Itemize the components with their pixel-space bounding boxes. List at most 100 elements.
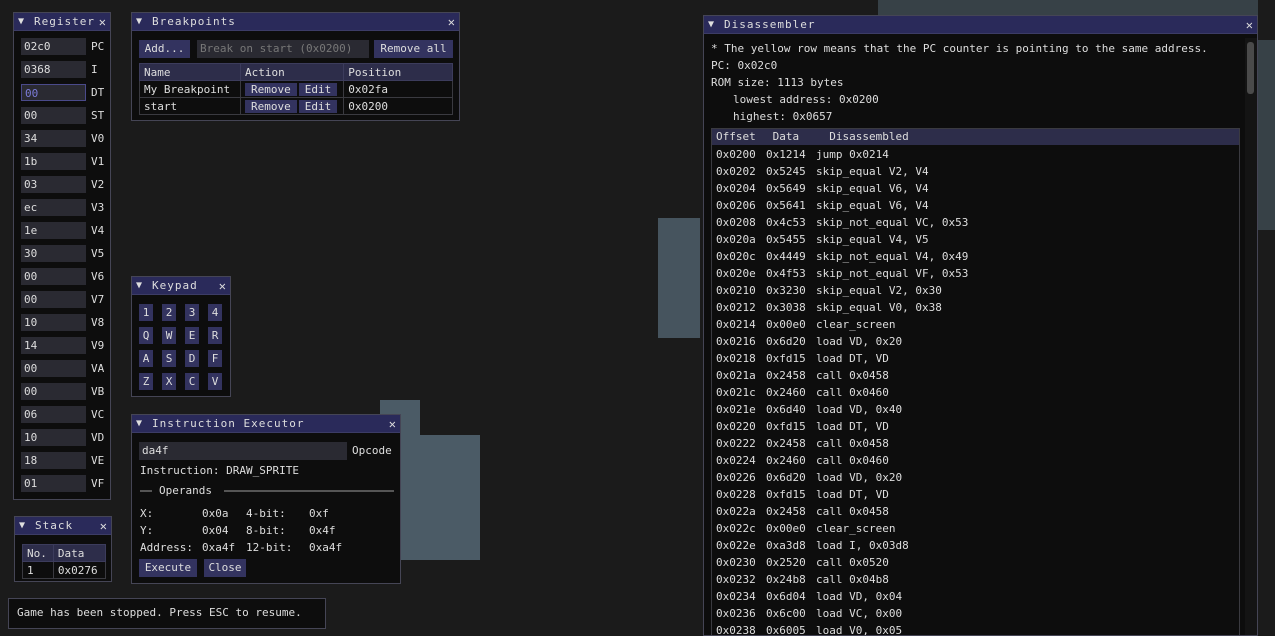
executor-titlebar[interactable]: ▼ Instruction Executor ✕	[132, 415, 400, 433]
register-value-v4[interactable]: 1e	[21, 222, 86, 239]
execute-button[interactable]: Execute	[139, 559, 197, 577]
stack-window[interactable]: ▼ Stack ✕ No. Data 1 0x0276	[14, 516, 112, 582]
list-item[interactable]: 0x0202 0x5245 skip_equal V2, V4	[712, 163, 1239, 180]
list-item[interactable]: 0x020e 0x4f53 skip_not_equal VF, 0x53	[712, 265, 1239, 282]
list-item[interactable]: 0x0230 0x2520 call 0x0520	[712, 554, 1239, 571]
edit-breakpoint-button[interactable]: Edit	[298, 82, 338, 96]
close-button[interactable]: Close	[204, 559, 246, 577]
key-f[interactable]: F	[208, 350, 222, 367]
register-value-v7[interactable]: 00	[21, 291, 86, 308]
list-item[interactable]: 0x0234 0x6d04 load VD, 0x04	[712, 588, 1239, 605]
close-icon[interactable]: ✕	[448, 15, 455, 29]
list-item[interactable]: 0x0212 0x3038 skip_equal V0, 0x38	[712, 299, 1239, 316]
key-z[interactable]: Z	[139, 373, 153, 390]
add-breakpoint-button[interactable]: Add...	[139, 40, 190, 58]
disassembler-titlebar[interactable]: ▼ Disassembler ✕	[704, 16, 1257, 34]
list-item[interactable]: 0x021e 0x6d40 load VD, 0x40	[712, 401, 1239, 418]
register-value-v8[interactable]: 10	[21, 314, 86, 331]
registers-window[interactable]: ▼ Registers ✕ 02c0 PC 0368 I 00 DT 00 ST 34 V0 1b V…	[13, 12, 111, 500]
key-c[interactable]: C	[185, 373, 199, 390]
register-value-v0[interactable]: 34	[21, 130, 86, 147]
instruction-executor-window[interactable]: ▼ Instruction Executor ✕ da4f Opcode Ins…	[131, 414, 401, 584]
register-value-vc[interactable]: 06	[21, 406, 86, 423]
register-value-i[interactable]: 0368	[21, 61, 86, 78]
keypad-titlebar[interactable]: ▼ Keypad ✕	[132, 277, 230, 295]
key-r[interactable]: R	[208, 327, 222, 344]
collapse-arrow-icon[interactable]: ▼	[19, 520, 29, 531]
registers-titlebar[interactable]: ▼ Registers ✕	[14, 13, 110, 31]
close-icon[interactable]: ✕	[100, 519, 107, 533]
register-value-vd[interactable]: 10	[21, 429, 86, 446]
list-item[interactable]: 0x0214 0x00e0 clear_screen	[712, 316, 1239, 333]
list-item[interactable]: 0x021a 0x2458 call 0x0458	[712, 367, 1239, 384]
breakpoints-titlebar[interactable]: ▼ Breakpoints ✕	[132, 13, 459, 31]
keypad-window[interactable]: ▼ Keypad ✕ 1234 QWER ASDF ZXCV	[131, 276, 231, 397]
list-item[interactable]: 0x0236 0x6c00 load VC, 0x00	[712, 605, 1239, 622]
close-icon[interactable]: ✕	[1246, 18, 1253, 32]
disassembler-window[interactable]: ▼ Disassembler ✕ * The yellow row means …	[703, 15, 1258, 636]
register-value-va[interactable]: 00	[21, 360, 86, 377]
remove-breakpoint-button[interactable]: Remove	[245, 82, 297, 96]
list-item[interactable]: 0x022e 0xa3d8 load I, 0x03d8	[712, 537, 1239, 554]
list-item[interactable]: 0x0208 0x4c53 skip_not_equal VC, 0x53	[712, 214, 1239, 231]
register-value-v9[interactable]: 14	[21, 337, 86, 354]
close-icon[interactable]: ✕	[99, 15, 106, 29]
register-value-v1[interactable]: 1b	[21, 153, 86, 170]
collapse-arrow-icon[interactable]: ▼	[708, 19, 718, 30]
register-value-vf[interactable]: 01	[21, 475, 86, 492]
collapse-arrow-icon[interactable]: ▼	[136, 418, 146, 429]
list-item[interactable]: 0x0228 0xfd15 load DT, VD	[712, 486, 1239, 503]
list-item[interactable]: 0x0226 0x6d20 load VD, 0x20	[712, 469, 1239, 486]
list-item[interactable]: 0x0218 0xfd15 load DT, VD	[712, 350, 1239, 367]
key-a[interactable]: A	[139, 350, 153, 367]
opcode-input[interactable]: da4f	[139, 442, 347, 460]
list-item[interactable]: 0x022c 0x00e0 clear_screen	[712, 520, 1239, 537]
collapse-arrow-icon[interactable]: ▼	[136, 16, 146, 27]
collapse-arrow-icon[interactable]: ▼	[18, 16, 28, 27]
list-item[interactable]: 0x0224 0x2460 call 0x0460	[712, 452, 1239, 469]
scrollbar-thumb[interactable]	[1247, 42, 1254, 94]
stack-titlebar[interactable]: ▼ Stack ✕	[15, 517, 111, 535]
register-value-st[interactable]: 00	[21, 107, 86, 124]
register-value-vb[interactable]: 00	[21, 383, 86, 400]
edit-breakpoint-button[interactable]: Edit	[298, 99, 338, 113]
key-3[interactable]: 3	[185, 304, 199, 321]
key-4[interactable]: 4	[208, 304, 222, 321]
list-item[interactable]: 0x0238 0x6005 load V0, 0x05	[712, 622, 1239, 635]
list-item[interactable]: 0x022a 0x2458 call 0x0458	[712, 503, 1239, 520]
list-item[interactable]: 0x0232 0x24b8 call 0x04b8	[712, 571, 1239, 588]
key-d[interactable]: D	[185, 350, 199, 367]
register-value-ve[interactable]: 18	[21, 452, 86, 469]
collapse-arrow-icon[interactable]: ▼	[136, 280, 146, 291]
breakpoints-window[interactable]: ▼ Breakpoints ✕ Add... Break on start (0…	[131, 12, 460, 121]
key-w[interactable]: W	[162, 327, 176, 344]
key-x[interactable]: X	[162, 373, 176, 390]
list-item[interactable]: 0x0204 0x5649 skip_equal V6, V4	[712, 180, 1239, 197]
list-item[interactable]: 0x020c 0x4449 skip_not_equal V4, 0x49	[712, 248, 1239, 265]
register-value-v6[interactable]: 00	[21, 268, 86, 285]
list-item[interactable]: 0x0222 0x2458 call 0x0458	[712, 435, 1239, 452]
list-item[interactable]: 0x0206 0x5641 skip_equal V6, V4	[712, 197, 1239, 214]
register-value-v2[interactable]: 03	[21, 176, 86, 193]
key-2[interactable]: 2	[162, 304, 176, 321]
remove-breakpoint-button[interactable]: Remove	[245, 99, 297, 113]
register-value-v3[interactable]: ec	[21, 199, 86, 216]
register-value-dt[interactable]: 00	[21, 84, 86, 101]
list-item[interactable]: 0x0200 0x1214 jump 0x0214	[712, 146, 1239, 163]
key-e[interactable]: E	[185, 327, 199, 344]
register-value-v5[interactable]: 30	[21, 245, 86, 262]
list-item[interactable]: 0x021c 0x2460 call 0x0460	[712, 384, 1239, 401]
key-q[interactable]: Q	[139, 327, 153, 344]
register-value-pc[interactable]: 02c0	[21, 38, 86, 55]
list-item[interactable]: 0x0216 0x6d20 load VD, 0x20	[712, 333, 1239, 350]
breakpoint-address-input[interactable]: Break on start (0x0200)	[197, 40, 369, 58]
list-item[interactable]: 0x0210 0x3230 skip_equal V2, 0x30	[712, 282, 1239, 299]
list-item[interactable]: 0x020a 0x5455 skip_equal V4, V5	[712, 231, 1239, 248]
key-v[interactable]: V	[208, 373, 222, 390]
remove-all-button[interactable]: Remove all	[374, 40, 453, 58]
key-s[interactable]: S	[162, 350, 176, 367]
scrollbar-track[interactable]	[1245, 38, 1257, 635]
close-icon[interactable]: ✕	[389, 417, 396, 431]
list-item[interactable]: 0x0220 0xfd15 load DT, VD	[712, 418, 1239, 435]
close-icon[interactable]: ✕	[219, 279, 226, 293]
